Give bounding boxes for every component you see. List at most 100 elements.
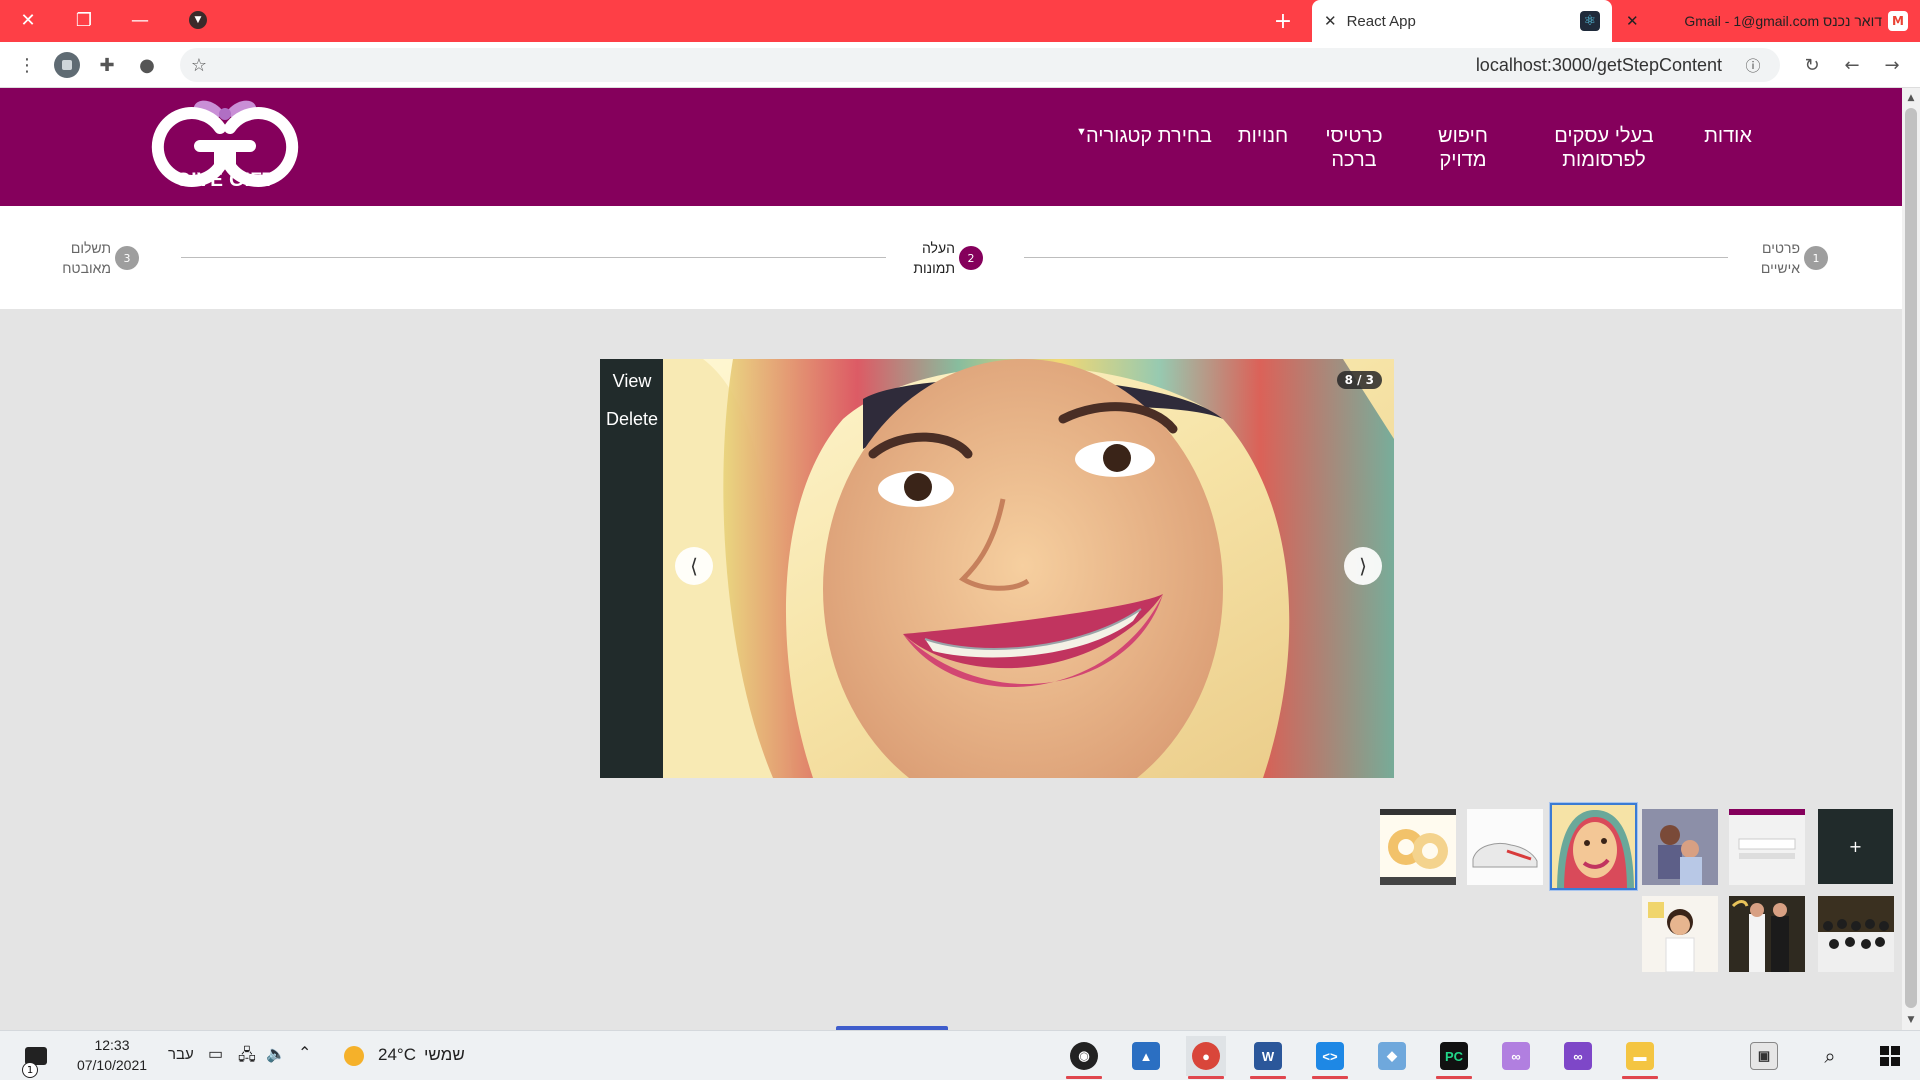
- weather-widget[interactable]: [334, 1036, 374, 1076]
- portrait-photo: [663, 359, 1394, 778]
- restore-icon: ❐: [75, 9, 93, 31]
- step-2-label: העלה תמונות: [913, 240, 955, 276]
- step-3-circle: 3: [115, 246, 139, 270]
- scroll-down-icon[interactable]: ▼: [1902, 1012, 1920, 1028]
- view-button[interactable]: View: [600, 371, 664, 392]
- chevron-left-icon: ⟨: [690, 554, 698, 578]
- taskbar-app-pycharm[interactable]: PC: [1434, 1036, 1474, 1079]
- battery-icon[interactable]: ▭: [208, 1044, 223, 1064]
- nav-stores[interactable]: חנויות: [1230, 124, 1296, 148]
- taskbar-app-media[interactable]: ◉: [1064, 1036, 1104, 1079]
- window-restore-button[interactable]: ❐: [56, 0, 112, 40]
- task-view-icon: ▣: [1750, 1042, 1778, 1070]
- app-header: GIVE GIFT אודות בעלי עסקים לפרסומות חיפו…: [0, 88, 1902, 206]
- image-counter: 8 / 3: [1336, 371, 1382, 389]
- puzzle-extensions-icon[interactable]: ✚: [94, 52, 120, 78]
- thumbnail-image: [1642, 809, 1718, 885]
- visual-studio-icon: ∞: [1564, 1042, 1592, 1070]
- reload-icon[interactable]: ↻: [1799, 52, 1825, 78]
- url-text[interactable]: localhost:3000/getStepContent: [1476, 55, 1722, 76]
- taskbar-app-vscode[interactable]: <>: [1310, 1036, 1350, 1079]
- site-info-icon[interactable]: ⓘ: [1740, 52, 1766, 78]
- window-minimize-button[interactable]: —: [112, 0, 168, 40]
- nav-advanced-search[interactable]: חיפוש מדויק: [1420, 124, 1506, 172]
- plus-icon: +: [1848, 837, 1863, 856]
- tab-gmail[interactable]: ✕ דואר נכנס Gmail - 1@gmail.com M: [1614, 0, 1920, 42]
- add-image-button[interactable]: +: [1818, 809, 1893, 884]
- weather-condition[interactable]: שמשי: [424, 1045, 465, 1065]
- scroll-thumb[interactable]: [1905, 108, 1917, 1008]
- input-language[interactable]: עבר: [168, 1046, 194, 1063]
- taskbar-app-visual-studio[interactable]: ∞: [1558, 1036, 1598, 1076]
- new-tab-button[interactable]: +: [1270, 8, 1296, 34]
- extension-icon[interactable]: [54, 52, 80, 78]
- taskbar-app-explorer[interactable]: ▬: [1620, 1036, 1660, 1079]
- page-scrollbar[interactable]: ▲ ▼: [1902, 88, 1920, 1030]
- chat-icon[interactable]: ●: [134, 52, 160, 78]
- step-2-circle: 2: [959, 246, 983, 270]
- taskbar-app-photos[interactable]: ▲: [1126, 1036, 1166, 1076]
- clock-time[interactable]: 12:33: [72, 1037, 152, 1053]
- back-icon[interactable]: ←: [1839, 52, 1865, 78]
- cube-icon: ◆: [1378, 1042, 1406, 1070]
- chevron-down-icon: ▼: [189, 11, 207, 29]
- thumbnail-couple[interactable]: [1729, 896, 1805, 972]
- step-connector: [1024, 257, 1728, 258]
- step-3-label: תשלום מאובטח: [62, 240, 111, 276]
- taskbar-search[interactable]: ⌕: [1810, 1036, 1850, 1076]
- thumbnail-family[interactable]: [1642, 809, 1718, 885]
- tab-close-icon[interactable]: ✕: [1626, 12, 1639, 30]
- scroll-up-icon[interactable]: ▲: [1902, 90, 1920, 106]
- chevron-up-icon[interactable]: ⌃: [298, 1043, 311, 1063]
- thumbnail-portrait-selected[interactable]: [1550, 803, 1637, 890]
- tab-close-icon[interactable]: ✕: [1324, 12, 1337, 30]
- notifications-icon[interactable]: 1: [16, 1036, 56, 1078]
- category-label: בחירת קטגוריה: [1085, 125, 1213, 147]
- weather-temperature[interactable]: 24°C: [378, 1045, 416, 1065]
- image-gallery-viewer: View Delete 8 / 3 ⟨ ⟩: [600, 359, 1394, 778]
- taskbar-app-word[interactable]: W: [1248, 1036, 1288, 1079]
- tab-react-app[interactable]: ✕ React App ⚛: [1312, 0, 1612, 42]
- thumbnail-girl[interactable]: [1642, 896, 1718, 972]
- tab-title: דואר נכנס Gmail - 1@gmail.com: [1684, 13, 1882, 29]
- pycharm-icon: PC: [1440, 1042, 1468, 1070]
- nav-greeting-cards[interactable]: כרטיסי ברכה: [1312, 124, 1396, 172]
- step-connector: [181, 257, 886, 258]
- previous-image-button[interactable]: ⟨: [675, 547, 713, 585]
- volume-icon[interactable]: 🔈: [266, 1044, 286, 1064]
- search-icon: ⌕: [1824, 1044, 1836, 1068]
- bookmark-star-icon[interactable]: ☆: [186, 52, 212, 78]
- thumbnail-shoe[interactable]: [1467, 809, 1543, 885]
- delete-button[interactable]: Delete: [600, 409, 664, 430]
- start-button[interactable]: [1870, 1036, 1910, 1076]
- thumbnail-group[interactable]: [1818, 896, 1894, 972]
- taskbar-app-vs-preview[interactable]: ∞: [1496, 1036, 1536, 1076]
- window-close-button[interactable]: ✕: [0, 0, 56, 40]
- thumbnail-image: [1380, 809, 1456, 885]
- nav-category-dropdown[interactable]: בחירת קטגוריה ▼: [1074, 124, 1224, 148]
- nav-about[interactable]: אודות: [1690, 124, 1766, 148]
- clock-date[interactable]: 07/10/2021: [70, 1057, 154, 1073]
- tab-search-button[interactable]: ▼: [170, 0, 226, 40]
- main-photo[interactable]: 8 / 3 ⟨ ⟩: [663, 359, 1394, 778]
- nav-business-ads[interactable]: בעלי עסקים לפרסומות: [1534, 124, 1674, 172]
- taskbar-app-3d[interactable]: ◆: [1372, 1036, 1412, 1076]
- thumbnail-image: [1642, 896, 1718, 972]
- photos-icon: ▲: [1132, 1042, 1160, 1070]
- thumbnail-document[interactable]: [1729, 809, 1805, 885]
- thumbnail-image: [1467, 809, 1543, 885]
- progress-stepper: 1 פרטים אישיים 2 העלה תמונות 3 תשלום מאו…: [0, 206, 1902, 309]
- taskbar-app-chrome[interactable]: ●: [1186, 1036, 1226, 1079]
- react-icon: ⚛: [1580, 11, 1600, 31]
- disc-icon: ◉: [1070, 1042, 1098, 1070]
- network-icon[interactable]: 🖧: [238, 1044, 256, 1071]
- chrome-icon: ●: [1192, 1042, 1220, 1070]
- forward-icon[interactable]: →: [1879, 52, 1905, 78]
- menu-icon[interactable]: ⋮: [14, 52, 40, 78]
- taskbar-task-view[interactable]: ▣: [1744, 1036, 1784, 1076]
- step-1-circle: 1: [1804, 246, 1828, 270]
- thumbnail-cake[interactable]: [1380, 809, 1456, 885]
- chevron-right-icon: ⟩: [1359, 554, 1367, 578]
- next-image-button[interactable]: ⟩: [1344, 547, 1382, 585]
- address-bar[interactable]: ☆ localhost:3000/getStepContent ⓘ: [180, 48, 1780, 82]
